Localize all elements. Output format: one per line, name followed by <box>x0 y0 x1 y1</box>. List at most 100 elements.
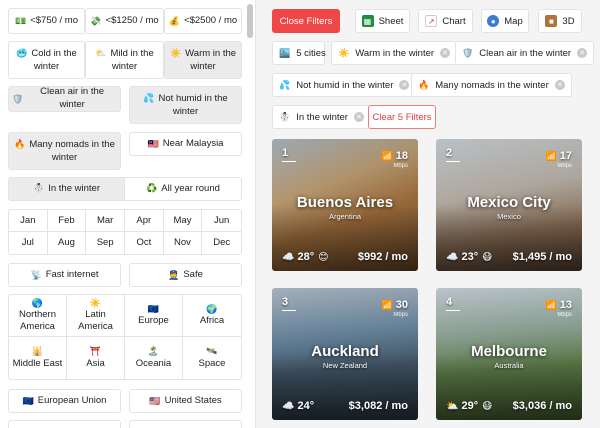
chip-not-humid[interactable]: 💦 Not humid in the winter ✕ <box>272 73 417 97</box>
mosque-icon: 🕌 <box>31 346 44 357</box>
city-card[interactable]: 4 📶 13 Mbps Melbourne Australia ⛅ 29° 😷 $3,0… <box>436 288 582 420</box>
snowman-icon: ☃️ <box>33 183 45 194</box>
month-jan[interactable]: Jan <box>9 210 48 232</box>
month-dec[interactable]: Dec <box>202 232 241 254</box>
mask-face-icon: 😷 <box>482 400 493 412</box>
regions-grid: 🌎 Northern America ☀️ Latin America 🇪🇺 Euro… <box>8 294 242 380</box>
city-country: Mexico <box>497 212 521 221</box>
city-card[interactable]: 2 📶 17 Mbps Mexico City Mexico ☁️ 23° 😷 $1,4… <box>436 139 582 271</box>
satellite-icon: 🛰️ <box>206 346 218 357</box>
mask-face-icon: 😷 <box>482 251 493 263</box>
filter-cold-winter[interactable]: 🥶 Cold in the winter <box>8 41 85 79</box>
city-rank: 4 <box>446 296 461 311</box>
island-icon: 🏝️ <box>147 346 160 357</box>
filter-european-union[interactable]: 🇪🇺 European Union <box>8 389 121 413</box>
sun-cloud-icon: ⛅ <box>446 400 459 412</box>
fire-icon: 🔥 <box>418 79 430 90</box>
droplets-icon: 💦 <box>279 79 291 90</box>
filter-mild-winter[interactable]: ⛅ Mild in the winter <box>85 41 164 79</box>
filter-more-right[interactable] <box>129 420 242 428</box>
sheet-button[interactable]: ▦ Sheet <box>355 9 410 33</box>
city-card[interactable]: 1 📶 18 Mbps Buenos Aires Argentina ☁️ 28° 😊 … <box>272 139 418 271</box>
filter-cost-2500[interactable]: 💰 <$2500 / mo <box>164 8 242 34</box>
month-feb[interactable]: Feb <box>47 210 87 232</box>
chart-icon: ↗ <box>425 15 438 27</box>
internet-speed: 📶 13 Mbps <box>545 299 572 318</box>
money-wings-icon: 💸 <box>90 15 102 26</box>
cloud-icon: ☁️ <box>446 251 459 263</box>
sun-icon: ☀️ <box>89 298 102 308</box>
city-country: New Zealand <box>322 361 368 370</box>
month-sep[interactable]: Sep <box>86 232 125 254</box>
chip-many-nomads[interactable]: 🔥 Many nomads in the winter ✕ <box>411 73 572 97</box>
season-all-year[interactable]: ♻️ All year round <box>125 178 241 200</box>
filter-warm-winter[interactable]: ☀️ Warm in the winter <box>164 41 242 79</box>
city-temperature: ⛅ 29° 😷 <box>446 400 493 412</box>
city-temperature: ☁️ 24° <box>282 400 315 412</box>
cloud-icon: ☁️ <box>282 400 295 412</box>
region-asia[interactable]: ⛩️ Asia <box>67 337 125 379</box>
cold-face-icon: 🥶 <box>16 47 28 58</box>
spreadsheet-icon: ▦ <box>361 15 374 27</box>
sidebar-scrollbar[interactable] <box>247 4 253 38</box>
internet-speed: 📶 17 Mbps <box>545 150 572 169</box>
filter-not-humid[interactable]: 💦 Not humid in the winter <box>129 86 242 124</box>
region-oceania[interactable]: 🏝️ Oceania <box>125 337 183 379</box>
close-filters-button[interactable]: Close Filters <box>272 9 340 33</box>
city-card[interactable]: 3 📶 30 Mbps Auckland New Zealand ☁️ 24° $3,… <box>272 288 418 420</box>
chip-clean-air[interactable]: 🛡️ Clean air in the winter ✕ <box>455 41 595 65</box>
region-africa[interactable]: 🌍 Africa <box>183 295 241 337</box>
filter-clean-air[interactable]: 🛡️ Clean air in the winter <box>8 86 121 112</box>
city-temperature: ☁️ 23° 😷 <box>446 251 493 263</box>
filter-fast-internet[interactable]: 📡 Fast internet <box>8 263 121 287</box>
city-cost: $3,036 / mo <box>512 400 572 412</box>
3d-button[interactable]: ■ 3D <box>538 9 582 33</box>
city-temperature: ☁️ 28° 😊 <box>282 251 329 263</box>
months-grid: Jan Feb Mar Apr May Jun Jul Aug Sep Oct … <box>8 209 242 255</box>
satellite-dish-icon: 📡 <box>30 269 42 280</box>
season-in-winter[interactable]: ☃️ In the winter <box>9 178 125 200</box>
region-europe[interactable]: 🇪🇺 Europe <box>125 295 183 337</box>
filter-more-left[interactable] <box>8 420 121 428</box>
chip-warm-winter[interactable]: ☀️ Warm in the winter ✕ <box>331 41 458 65</box>
month-aug[interactable]: Aug <box>48 232 87 254</box>
filter-cost-750[interactable]: 💵 <$750 / mo <box>8 8 85 34</box>
remove-chip-icon[interactable]: ✕ <box>440 48 451 58</box>
filter-cost-1250[interactable]: 💸 <$1250 / mo <box>85 8 164 34</box>
city-name: Melbourne <box>471 343 547 360</box>
sun-icon: ☀️ <box>169 47 182 58</box>
city-name: Buenos Aires <box>296 194 394 211</box>
month-jul[interactable]: Jul <box>9 232 48 254</box>
remove-chip-icon[interactable]: ✕ <box>577 48 588 58</box>
city-rank: 1 <box>282 147 297 162</box>
month-may[interactable]: May <box>163 210 203 232</box>
filter-near-malaysia[interactable]: 🇲🇾 Near Malaysia <box>129 132 242 156</box>
month-jun[interactable]: Jun <box>202 210 241 232</box>
filter-united-states[interactable]: 🇺🇸 United States <box>129 389 242 413</box>
month-oct[interactable]: Oct <box>125 232 164 254</box>
map-button[interactable]: ● Map <box>481 9 529 33</box>
city-rank: 2 <box>446 147 461 162</box>
chart-button[interactable]: ↗ Chart <box>418 9 473 33</box>
remove-chip-icon[interactable]: ✕ <box>554 80 565 90</box>
remove-chip-icon[interactable]: ✕ <box>399 80 410 90</box>
fire-icon: 🔥 <box>14 138 26 149</box>
filter-many-nomads[interactable]: 🔥 Many nomads in the winter <box>8 132 121 170</box>
month-nov[interactable]: Nov <box>164 232 203 254</box>
region-space[interactable]: 🛰️ Space <box>183 337 241 379</box>
droplets-icon: 💦 <box>143 92 155 103</box>
shield-icon: 🛡️ <box>462 47 474 58</box>
season-toggle: ☃️ In the winter ♻️ All year round <box>8 177 242 201</box>
globe-americas-icon: 🌎 <box>31 298 44 308</box>
filter-safe[interactable]: 👮 Safe <box>129 263 242 287</box>
month-mar[interactable]: Mar <box>86 210 125 232</box>
region-northern-america[interactable]: 🌎 Northern America <box>9 295 67 337</box>
region-middle-east[interactable]: 🕌 Middle East <box>9 337 67 379</box>
chip-in-winter[interactable]: ☃️ In the winter ✕ <box>272 105 371 129</box>
clear-filters-button[interactable]: Clear 5 Filters <box>368 105 436 129</box>
region-latin-america[interactable]: ☀️ Latin America <box>67 295 125 337</box>
month-apr[interactable]: Apr <box>125 210 164 232</box>
city-country: Argentina <box>328 212 362 221</box>
remove-chip-icon[interactable]: ✕ <box>353 112 364 122</box>
internet-speed: 📶 18 Mbps <box>381 150 408 169</box>
